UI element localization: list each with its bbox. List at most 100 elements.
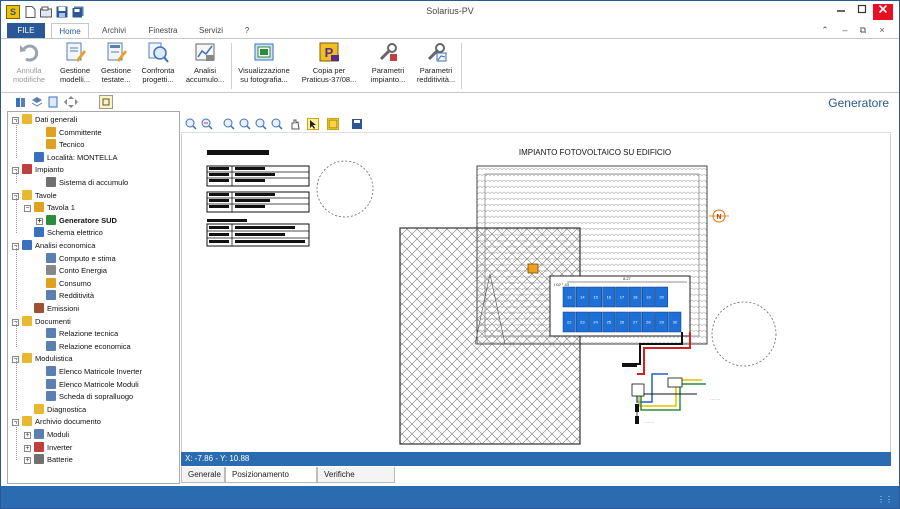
photo-view-button[interactable]: Visualizzazione su fotografia... xyxy=(235,41,293,91)
row-label: I 02 ° 43 xyxy=(554,282,570,287)
expand-icon[interactable]: + xyxy=(24,457,31,465)
zoom-previous-icon[interactable] xyxy=(255,118,267,130)
compare-projects-button[interactable]: Confronta progetti... xyxy=(137,41,179,91)
select-area-icon[interactable] xyxy=(327,118,339,130)
tree-node[interactable]: Diagnostica xyxy=(24,403,86,416)
tree-node[interactable]: Relazione economica xyxy=(36,340,131,353)
tree-node-label: Redditività xyxy=(59,291,95,301)
expand-icon[interactable]: + xyxy=(24,444,31,452)
tree-node[interactable]: − Analisi economica xyxy=(12,240,95,252)
tab-generale[interactable]: Generale xyxy=(181,467,225,483)
tree-node[interactable]: Schema elettrico xyxy=(24,227,103,239)
tab-servizi[interactable]: Servizi xyxy=(191,23,231,39)
tree-node[interactable]: Conto Energia xyxy=(36,265,107,277)
tree-symbol xyxy=(316,160,374,218)
tree-node-label: Moduli xyxy=(47,430,70,439)
collapse-ribbon-icon[interactable]: ⌃ xyxy=(819,25,831,36)
undo-button[interactable]: Annulla modifiche xyxy=(9,41,49,91)
tree-node[interactable]: + Moduli xyxy=(24,429,69,441)
print-icon[interactable] xyxy=(351,118,363,130)
pv-module-label: 15 xyxy=(593,295,598,300)
frame-toggle-icon[interactable] xyxy=(99,95,113,109)
pv-module-label: 30 xyxy=(673,320,678,325)
mdi-minimize-icon[interactable]: – xyxy=(839,25,851,35)
window-title: Solarius-PV xyxy=(426,6,474,16)
tree-node[interactable]: − Tavole xyxy=(12,189,57,202)
tree-node[interactable]: + Generatore SUD xyxy=(36,214,117,227)
tab-archivi[interactable]: Archivi xyxy=(93,23,135,39)
tree-node-label: Scheda di sopralluogo xyxy=(59,392,134,402)
tree-node[interactable]: − Documenti xyxy=(12,315,71,328)
tab-verifiche-elettriche[interactable]: Verifiche elettriche xyxy=(317,467,395,494)
tree-node[interactable]: − Archivio documento xyxy=(12,416,101,428)
tab-file[interactable]: FILE xyxy=(7,23,45,39)
document-icon[interactable] xyxy=(47,96,59,108)
navigate-icon[interactable] xyxy=(63,96,79,108)
tree-node[interactable]: Emissioni xyxy=(24,303,79,315)
zoom-out-icon[interactable] xyxy=(201,118,213,130)
tree-node[interactable]: Località: MONTELLA xyxy=(24,151,117,164)
tree-node-label: Dati generali xyxy=(35,115,78,124)
tree-node[interactable]: − Tavola 1 xyxy=(24,202,75,214)
svg-text:- - - - - -: - - - - - - xyxy=(644,420,654,424)
tree-node-label: Relazione economica xyxy=(59,341,131,351)
manage-headers-button[interactable]: Gestione testate... xyxy=(97,41,135,91)
layers-icon[interactable] xyxy=(31,96,43,108)
zoom-extents-icon[interactable] xyxy=(239,118,251,130)
mdi-close-icon[interactable]: × xyxy=(876,25,888,35)
north-arrow: N xyxy=(709,209,729,223)
tree-node[interactable]: − Dati generali xyxy=(12,114,77,126)
tree-node[interactable]: Computo e stima xyxy=(36,252,116,265)
close-button[interactable] xyxy=(873,4,893,20)
tree-node[interactable]: Elenco Matricole Inverter xyxy=(36,366,142,378)
tab-posizionamento-moduli[interactable]: Posizionamento moduli xyxy=(225,467,317,494)
mdi-restore-icon[interactable]: ⧉ xyxy=(857,25,869,36)
tree-node[interactable]: Scheda di sopralluogo xyxy=(36,391,133,403)
pv-module-label: 18 xyxy=(633,295,638,300)
tree-node[interactable]: − Impianto xyxy=(12,164,64,176)
tree-node[interactable]: Relazione tecnica xyxy=(36,328,118,340)
maximize-button[interactable] xyxy=(852,4,872,20)
tree-node[interactable]: Tecnico xyxy=(36,139,84,151)
copy-praticus-button[interactable]: P Copia per Praticus-37/08... xyxy=(295,41,363,91)
coordinate-readout: X: -7.86 - Y: 10.88 xyxy=(181,452,891,466)
tree-node-label: Emissioni xyxy=(47,304,80,313)
zoom-in-icon[interactable] xyxy=(185,118,197,130)
storage-analysis-button[interactable]: Analisi accumulo... xyxy=(183,41,227,91)
manage-models-button[interactable]: Gestione modelli... xyxy=(55,41,95,91)
site-plan-drawing[interactable]: IMPIANTO FOTOVOLTAICO SU EDIFICIO 8.27 I… xyxy=(182,134,890,452)
plant-parameters-button[interactable]: Parametri impianto... xyxy=(365,41,411,91)
tree-node[interactable]: Committente xyxy=(36,126,102,139)
collapse-icon[interactable]: − xyxy=(24,205,31,213)
tab-home[interactable]: Home xyxy=(51,23,89,39)
drawing-canvas[interactable]: IMPIANTO FOTOVOLTAICO SU EDIFICIO 8.27 I… xyxy=(181,134,891,452)
tree-node[interactable]: Elenco Matricole Moduli xyxy=(36,378,139,391)
tree-guide xyxy=(16,170,17,183)
tools-icon xyxy=(377,41,399,63)
tab-finestra[interactable]: Finestra xyxy=(141,23,185,39)
inverter-marker[interactable] xyxy=(527,263,539,274)
tree-node[interactable]: Redditività xyxy=(36,290,94,302)
zoom-all-icon[interactable] xyxy=(271,118,283,130)
tree-node[interactable]: Sistema di accumulo xyxy=(36,177,128,189)
minimize-button[interactable] xyxy=(831,4,851,20)
pan-hand-icon[interactable] xyxy=(289,118,301,130)
tree-node[interactable]: + Batterie xyxy=(24,454,73,466)
tree-node[interactable]: Consumo xyxy=(36,277,91,290)
expand-icon[interactable]: + xyxy=(24,432,31,439)
tree-node[interactable]: − Modulistica xyxy=(12,353,73,365)
ribbon-separator xyxy=(231,43,232,89)
books-icon[interactable] xyxy=(15,96,27,108)
folder-icon xyxy=(22,315,32,326)
profitability-parameters-button[interactable]: Parametri redditività... xyxy=(413,41,459,91)
edit-models-icon xyxy=(64,41,86,63)
tree-guide xyxy=(16,359,17,410)
doc-icon xyxy=(46,391,56,402)
tree-node[interactable]: + Inverter xyxy=(24,441,72,454)
select-pointer-icon[interactable] xyxy=(307,118,319,130)
tab-help[interactable]: ? xyxy=(237,23,257,39)
tree-toolbar xyxy=(7,94,179,112)
expand-icon[interactable]: + xyxy=(36,217,43,225)
zoom-window-icon[interactable] xyxy=(223,118,235,130)
resize-grip-icon[interactable]: ⋮⋮ xyxy=(877,495,893,504)
